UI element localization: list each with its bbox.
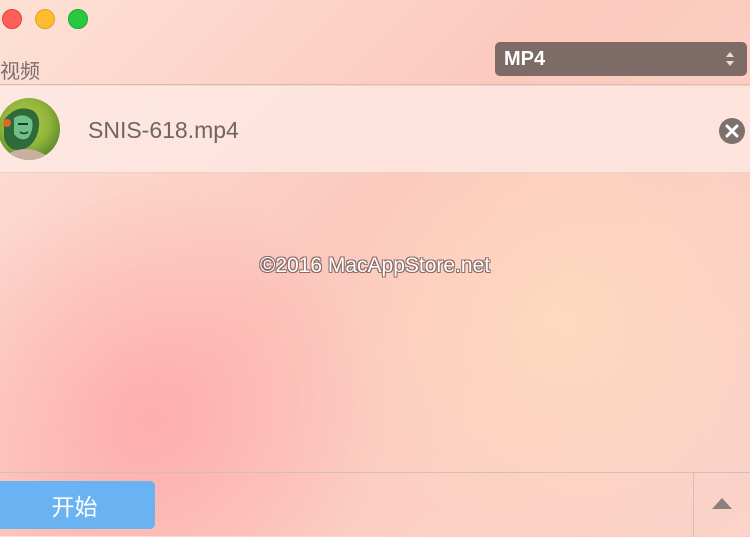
file-name: SNIS-618.mp4 — [88, 117, 239, 143]
triangle-up-icon — [711, 496, 733, 515]
section-label: 视频 — [0, 59, 40, 83]
remove-circle-icon[interactable] — [718, 117, 746, 145]
window-controls — [2, 9, 88, 29]
expand-button[interactable] — [694, 473, 750, 537]
start-button[interactable]: 开始 — [0, 481, 155, 529]
file-list-item[interactable]: SNIS-618.mp4 — [0, 86, 750, 173]
updown-arrows-icon — [725, 50, 735, 68]
format-select[interactable]: MP4 — [495, 42, 747, 76]
zoom-window-button[interactable] — [68, 9, 88, 29]
video-thumbnail — [0, 98, 60, 160]
watermark-text: ©2016 MacAppStore.net — [259, 254, 491, 277]
header-divider — [0, 84, 750, 85]
bottom-toolbar: 开始 — [0, 472, 750, 537]
format-select-value: MP4 — [504, 47, 546, 70]
minimize-window-button[interactable] — [35, 9, 55, 29]
close-window-button[interactable] — [2, 9, 22, 29]
